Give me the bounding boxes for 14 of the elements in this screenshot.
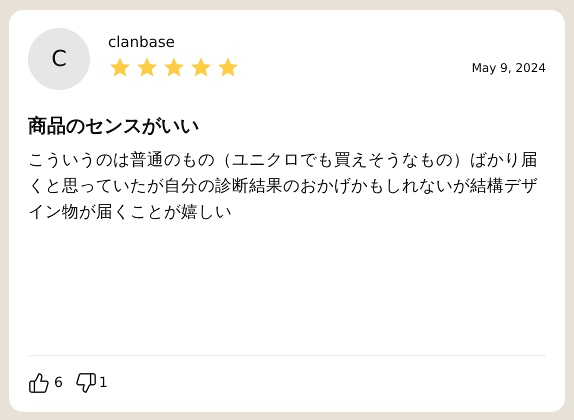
thumbs-up-icon	[28, 372, 50, 394]
thumbs-down-icon	[74, 372, 97, 394]
review-date: May 9, 2024	[472, 60, 546, 77]
star-icon	[135, 56, 159, 79]
author-name: clanbase	[108, 32, 176, 54]
avatar: C	[28, 28, 90, 90]
star-icon	[216, 56, 240, 79]
review-body: こういうのは普通のもの（ユニクロでも買えそうなもの）ばかり届くと思っていたが自分の診断結果のおかげかもしれないが結構デザイン物が届くことが嬉しい	[28, 148, 539, 222]
like-button[interactable]: 6	[28, 372, 63, 394]
star-icon	[108, 56, 132, 79]
star-icon	[162, 56, 186, 79]
dislike-button[interactable]: 1	[74, 372, 108, 394]
star-icon	[189, 56, 213, 79]
review-title: 商品のセンスがいい	[28, 114, 200, 139]
